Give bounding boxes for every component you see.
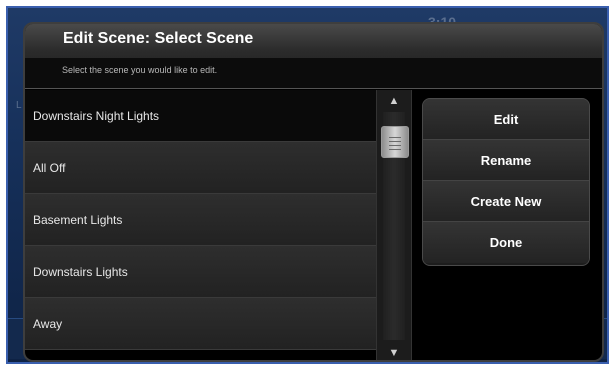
scroll-down-icon[interactable]: ▼ (377, 342, 411, 360)
dialog-title: Edit Scene: Select Scene (63, 30, 254, 47)
scene-item-basement-lights[interactable]: Basement Lights (25, 194, 376, 246)
background-side-label: L (16, 100, 22, 111)
background-screen: 3:10 L Edit Scene: Select Scene Select t… (6, 6, 609, 364)
scroll-up-icon[interactable]: ▲ (377, 90, 411, 112)
dialog-subtitle-bar: Select the scene you would like to edit. (25, 58, 602, 88)
rename-button[interactable]: Rename (423, 140, 589, 181)
edit-scene-dialog: Edit Scene: Select Scene Select the scen… (23, 22, 604, 362)
scene-list: Downstairs Night Lights All Off Basement… (25, 90, 376, 360)
dialog-header: Edit Scene: Select Scene Select the scen… (25, 24, 602, 89)
scene-item-downstairs-night-lights[interactable]: Downstairs Night Lights (25, 90, 376, 142)
scene-item-away[interactable]: Away (25, 298, 376, 350)
done-button[interactable]: Done (423, 222, 589, 263)
dialog-subtitle: Select the scene you would like to edit. (62, 65, 218, 75)
scene-list-scrollbar[interactable]: ▲ ▼ (376, 90, 412, 360)
create-new-button[interactable]: Create New (423, 181, 589, 222)
scene-item-downstairs-lights[interactable]: Downstairs Lights (25, 246, 376, 298)
action-button-panel: Edit Rename Create New Done (422, 98, 590, 266)
scene-item-all-off[interactable]: All Off (25, 142, 376, 194)
edit-button[interactable]: Edit (423, 99, 589, 140)
scroll-thumb[interactable] (381, 126, 409, 158)
